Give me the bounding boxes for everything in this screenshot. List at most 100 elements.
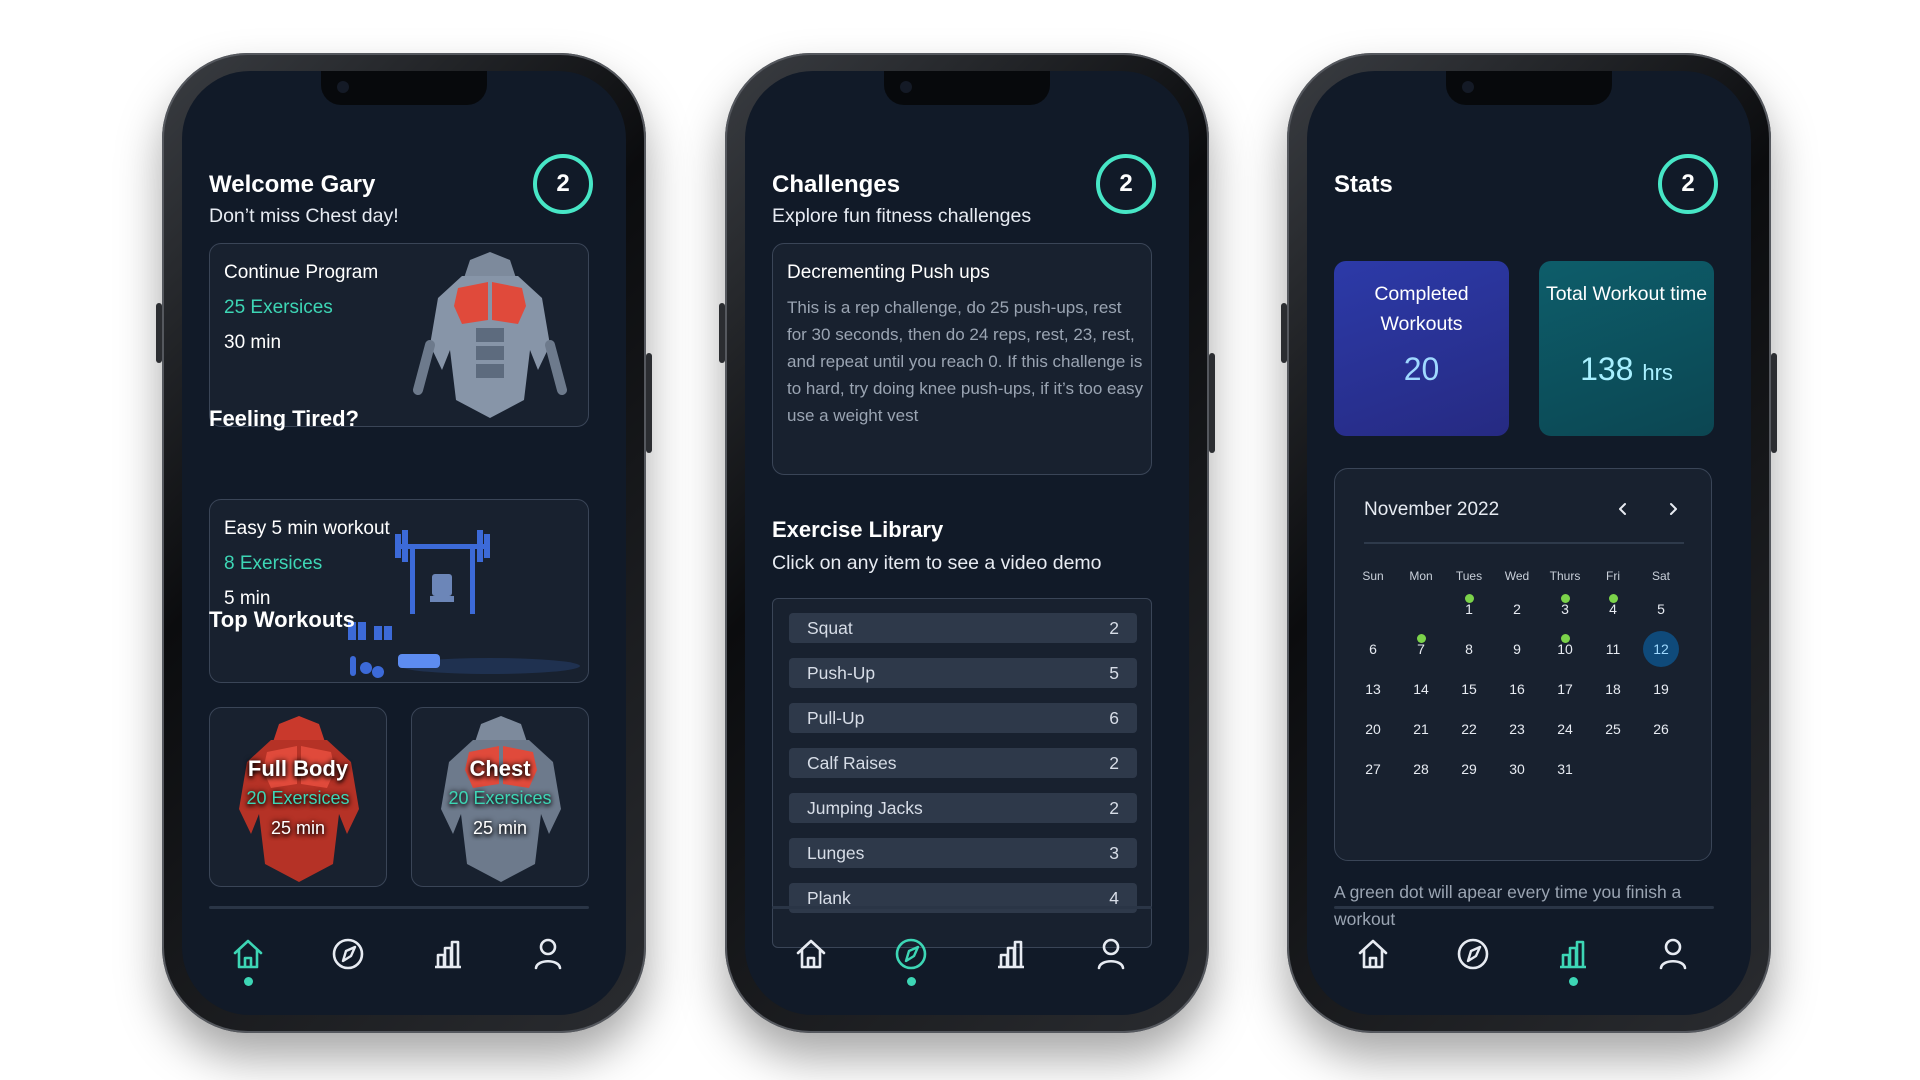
calendar-day-today[interactable]: 12 [1643, 631, 1679, 667]
challenge-card[interactable]: Decrementing Push ups This is a rep chal… [772, 243, 1152, 475]
library-item[interactable]: Lunges 3 [789, 838, 1137, 868]
home-icon [1358, 939, 1388, 969]
library-item[interactable]: Pull-Up 6 [789, 703, 1137, 733]
exercise-name: Pull-Up [807, 708, 865, 728]
page-subtitle: Explore fun fitness challenges [772, 205, 1032, 227]
calendar-day[interactable]: 6 [1355, 631, 1391, 667]
calendar-day[interactable]: 14 [1403, 671, 1439, 707]
page-title: Welcome Gary [209, 171, 376, 198]
library-item[interactable]: Push-Up 5 [789, 658, 1137, 688]
workout-completed-dot [1464, 594, 1474, 603]
stats-screen: Stats 2 Completed Workouts 20 Total Work… [1307, 71, 1751, 1015]
home-screen: Welcome Gary Don’t miss Chest day! 2 Con… [182, 71, 626, 1015]
feeling-tired-heading: Feeling Tired? [209, 406, 359, 431]
calendar-day[interactable]: 26 [1643, 711, 1679, 747]
workout-completed-dot [1416, 634, 1426, 643]
camera [900, 81, 912, 93]
library-item[interactable]: Calf Raises 2 [789, 748, 1137, 778]
nav-explore[interactable] [323, 929, 373, 979]
calendar-day[interactable]: 22 [1451, 711, 1487, 747]
calendar-day[interactable]: 29 [1451, 751, 1487, 787]
nav-explore[interactable] [1448, 929, 1498, 979]
nav-stats[interactable] [423, 929, 473, 979]
calendar-day[interactable]: 21 [1403, 711, 1439, 747]
nav-stats[interactable] [986, 929, 1036, 979]
exercise-count: 2 [1109, 618, 1119, 638]
exercise-count: 3 [1109, 843, 1119, 863]
nav-divider [772, 906, 1152, 909]
calendar-day[interactable]: 31 [1547, 751, 1583, 787]
calendar-day[interactable]: 16 [1499, 671, 1535, 707]
library-item[interactable]: Squat 2 [789, 613, 1137, 643]
easy-workout-card[interactable]: Easy 5 min workout 8 Exersices 5 min [209, 499, 589, 683]
next-month-button[interactable] [1661, 497, 1685, 521]
calendar-month: November 2022 [1364, 499, 1500, 520]
calendar-day[interactable]: 9 [1499, 631, 1535, 667]
calendar-day[interactable]: 23 [1499, 711, 1535, 747]
calendar-day[interactable]: 8 [1451, 631, 1487, 667]
bottom-nav [1334, 929, 1714, 989]
card-exercises: 8 Exersices [224, 553, 323, 574]
nav-profile[interactable] [1648, 929, 1698, 979]
notch [321, 71, 487, 105]
workout-exercises: 20 Exersices [246, 788, 350, 808]
profile-icon [1097, 938, 1125, 970]
workout-name: Chest [469, 756, 531, 781]
nav-divider [209, 906, 589, 909]
active-indicator [1569, 977, 1578, 986]
exercise-library-list: Squat 2 Push-Up 5 Pull-Up 6 Calf Raises 2 Ju… [772, 598, 1152, 948]
explore-icon [1457, 938, 1489, 970]
prev-month-button[interactable] [1611, 497, 1635, 521]
bottom-nav [209, 929, 589, 989]
calendar-day[interactable]: 5 [1643, 591, 1679, 627]
workout-card-full-body[interactable]: Full Body 20 Exersices 25 min [209, 707, 387, 887]
explore-icon [895, 938, 927, 970]
nav-home[interactable] [1348, 929, 1398, 979]
card-exercises: 25 Exersices [224, 297, 333, 318]
calendar-divider [1364, 542, 1684, 544]
streak-badge[interactable]: 2 [1658, 154, 1718, 214]
calendar-day[interactable]: 24 [1547, 711, 1583, 747]
calendar-day[interactable]: 17 [1547, 671, 1583, 707]
calendar-day[interactable]: 27 [1355, 751, 1391, 787]
weekday-label: Mon [1409, 569, 1433, 583]
continue-program-card[interactable]: Continue Program 25 Exersices 30 min [209, 243, 589, 427]
card-duration: 30 min [224, 332, 282, 353]
calendar-day[interactable]: 15 [1451, 671, 1487, 707]
workout-card-chest[interactable]: Chest 20 Exersices 25 min [411, 707, 589, 887]
workout-name: Full Body [247, 756, 349, 781]
challenge-title: Decrementing Push ups [787, 262, 990, 283]
nav-profile[interactable] [523, 929, 573, 979]
calendar-day[interactable]: 11 [1595, 631, 1631, 667]
calendar-day[interactable]: 19 [1643, 671, 1679, 707]
nav-home[interactable] [786, 929, 836, 979]
weekday-label: Sat [1651, 569, 1670, 583]
stats-icon [1560, 940, 1586, 969]
calendar-day[interactable]: 13 [1355, 671, 1391, 707]
nav-home[interactable] [223, 929, 273, 986]
chest-muscle-illustration [413, 252, 567, 418]
workout-completed-dot [1608, 594, 1618, 603]
weekday-label: Thurs [1549, 569, 1581, 583]
card-title: Continue Program [224, 262, 379, 283]
calendar-day[interactable]: 18 [1595, 671, 1631, 707]
streak-badge[interactable]: 2 [533, 154, 593, 214]
calendar-day[interactable]: 28 [1403, 751, 1439, 787]
calendar-day[interactable]: 25 [1595, 711, 1631, 747]
exercise-count: 6 [1109, 708, 1119, 728]
calendar-day[interactable]: 20 [1355, 711, 1391, 747]
total-time-label: Total Workout time [1545, 283, 1708, 305]
nav-stats[interactable] [1548, 929, 1598, 986]
streak-badge[interactable]: 2 [1096, 154, 1156, 214]
explore-icon [332, 938, 364, 970]
phone-stats: Stats 2 Completed Workouts 20 Total Work… [1281, 53, 1777, 1033]
nav-divider [1334, 906, 1714, 909]
library-item[interactable]: Jumping Jacks 2 [789, 793, 1137, 823]
calendar-day[interactable]: 2 [1499, 591, 1535, 627]
calendar-day[interactable]: 30 [1499, 751, 1535, 787]
exercise-library-subtitle: Click on any item to see a video demo [772, 552, 1102, 574]
calendar: November 2022 Sun Mon Tues Wed Thurs Fri Sat 1… [1334, 468, 1712, 861]
nav-profile[interactable] [1086, 929, 1136, 979]
nav-explore[interactable] [886, 929, 936, 986]
weekday-label: Wed [1504, 569, 1530, 583]
